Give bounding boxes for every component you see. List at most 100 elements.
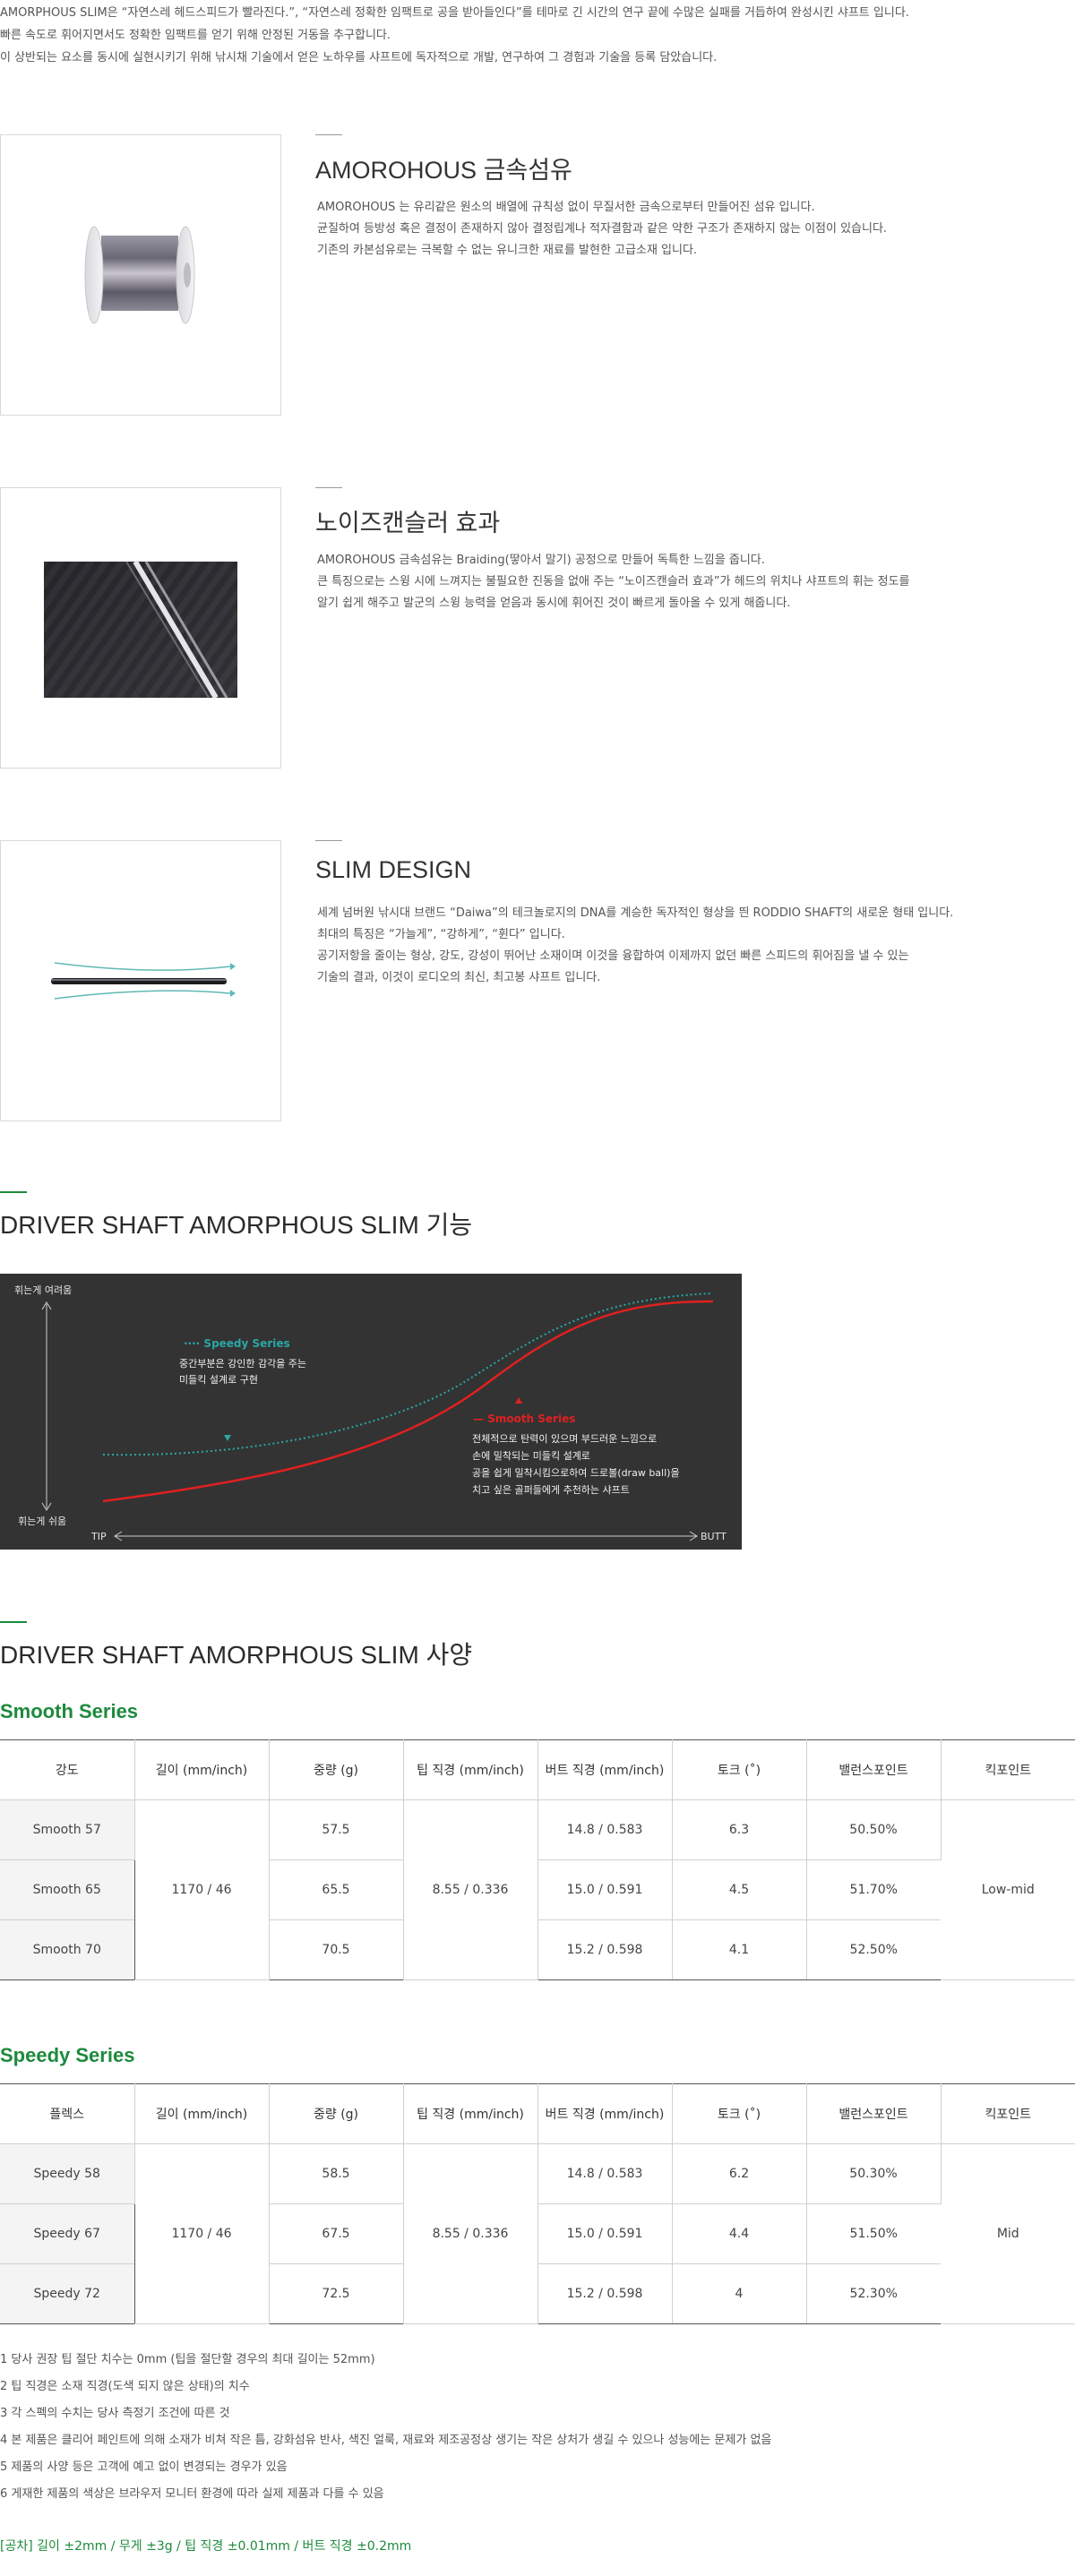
feature-line: AMOROHOUS 금속섬유는 Braiding(땋아서 말기) 공정으로 만들…	[317, 554, 765, 567]
table-row: Smooth 57 1170 / 46 57.5 8.55 / 0.336 14…	[0, 1799, 1075, 1980]
table-row: Speedy 58 1170 / 46 58.5 8.55 / 0.336 14…	[0, 2143, 1075, 2324]
heading-accent-bar	[0, 1621, 27, 1623]
balance-cell: 50.30%	[806, 2143, 942, 2204]
intro-line: AMORPHOUS SLIM은 “자연스레 헤드스피드가 빨라진다.”, “자연…	[0, 6, 909, 20]
intro-text: AMORPHOUS SLIM은 “자연스레 헤드스피드가 빨라진다.”, “자연…	[0, 2, 1075, 69]
spec-heading: DRIVER SHAFT AMORPHOUS SLIM 사양	[0, 1641, 473, 1669]
col-header: 팁 직경 (mm/inch)	[403, 2083, 538, 2144]
feature-line: 최대의 특징은 “가늘게”, “강하게”, “휜다” 입니다.	[317, 928, 565, 941]
butt-diameter-cell: 15.2 / 0.598	[538, 1919, 673, 1980]
tip-diameter-cell: 8.55 / 0.336	[403, 1799, 538, 1980]
col-header: 버트 직경 (mm/inch)	[538, 1739, 673, 1800]
note-line: 2 팁 직경은 소재 직경(도색 되지 않은 상태)의 치수	[0, 2380, 250, 2393]
model-cell: Smooth 70	[0, 1919, 135, 1980]
smooth-desc: 공을 쉽게 밀착시킴으로하여 드로볼(draw ball)을	[472, 1466, 680, 1479]
note-line: 5 제품의 사양 등은 고객에 예고 없이 변경되는 경우가 있음	[0, 2460, 288, 2474]
torque-cell: 4.1	[672, 1919, 807, 1980]
model-cell: Smooth 57	[0, 1799, 135, 1860]
col-header: 토크 (˚)	[672, 2083, 807, 2144]
col-header: 킥포인트	[941, 1739, 1075, 1800]
heading-accent-bar	[0, 1191, 27, 1193]
feature-line: 균질하여 등방성 혹은 결정이 존재하지 않아 결정립계나 적자결함과 같은 약…	[317, 222, 888, 236]
feature-title: SLIM DESIGN	[315, 856, 472, 883]
torque-cell: 4.5	[672, 1859, 807, 1920]
speedy-series-title: Speedy Series	[0, 2044, 135, 2066]
note-line: 3 각 스펙의 수치는 당사 측정기 조건에 따른 것	[0, 2407, 230, 2420]
feature-body: AMOROHOUS 는 유리같은 원소의 배열에 규칙성 없이 무질서한 금속으…	[317, 197, 1061, 262]
col-header: 팁 직경 (mm/inch)	[403, 1739, 538, 1800]
table-header-row: 플렉스 길이 (mm/inch) 중량 (g) 팁 직경 (mm/inch) 버…	[0, 2083, 1075, 2144]
model-cell: Smooth 65	[0, 1859, 135, 1920]
note-line: 4 본 제품은 클리어 페인트에 의해 소재가 비쳐 작은 틈, 강화섬유 반사…	[0, 2434, 772, 2447]
torque-cell: 4.4	[672, 2203, 807, 2264]
weight-cell: 58.5	[268, 2143, 404, 2204]
feature-noise-canceller: 노이즈캔슬러 효과 AMOROHOUS 금속섬유는 Braiding(땋아서 말…	[0, 487, 1075, 770]
y-label-top: 휘는게 여려움	[14, 1284, 72, 1296]
model-cell: Speedy 58	[0, 2143, 135, 2204]
braided-shaft-image	[0, 487, 281, 769]
speedy-legend: ···· Speedy Series	[184, 1337, 290, 1350]
feature-body: AMOROHOUS 금속섬유는 Braiding(땋아서 말기) 공정으로 만들…	[317, 550, 1061, 614]
speedy-desc: 중간부분은 강인한 감각을 주는	[179, 1358, 306, 1370]
note-line: 1 당사 권장 팁 절단 치수는 0mm (팁을 절단할 경우의 최대 길이는 …	[0, 2353, 375, 2366]
feature-line: 기술의 결과, 이것이 로디오의 최신, 최고봉 샤프트 입니다.	[317, 971, 601, 984]
weight-cell: 65.5	[268, 1859, 404, 1920]
balance-cell: 52.50%	[806, 1919, 941, 1980]
col-header: 길이 (mm/inch)	[134, 1739, 270, 1800]
col-header: 중량 (g)	[269, 2083, 404, 2144]
title-dash	[315, 840, 342, 841]
speedy-marker	[224, 1435, 231, 1441]
feature-title: 노이즈캔슬러 효과	[315, 510, 501, 537]
title-dash	[315, 134, 342, 135]
intro-line: 이 상반되는 요소를 동시에 실현시키기 위해 낚시채 기술에서 얻은 노하우를…	[0, 51, 718, 64]
feature-line: 세계 넘버원 낚시대 브랜드 “Daiwa”의 테크놀로지의 DNA를 계승한 …	[317, 906, 954, 920]
x-label-right: BUTT	[701, 1531, 727, 1542]
feature-slim-design: SLIM DESIGN 세계 넘버원 낚시대 브랜드 “Daiwa”의 테크놀로…	[0, 840, 1075, 1123]
feature-line: 공기저항을 줄이는 형상, 강도, 강성이 뛰어난 소재이며 이것을 융합하여 …	[317, 949, 909, 963]
intro-line: 빠른 속도로 휘어지면서도 정확한 임팩트를 얻기 위해 안정된 거동을 추구합…	[0, 29, 391, 42]
feature-body: 세계 넘버원 낚시대 브랜드 “Daiwa”의 테크놀로지의 DNA를 계승한 …	[317, 903, 1061, 989]
feature-metal-fiber: AMOROHOUS 금속섬유 AMOROHOUS 는 유리같은 원소의 배열에 …	[0, 134, 1075, 417]
speedy-spec-table: 플렉스 길이 (mm/inch) 중량 (g) 팁 직경 (mm/inch) 버…	[0, 2083, 1075, 2324]
torque-cell: 4	[672, 2263, 807, 2324]
title-dash	[315, 487, 342, 488]
kickpoint-cell: Low-mid	[941, 1799, 1075, 1980]
balance-cell: 52.30%	[806, 2263, 941, 2324]
flex-profile-chart: 휘는게 여려움 휘는게 쉬움 TIP BUTT ···· Speedy Seri…	[0, 1274, 742, 1550]
table-header-row: 강도 길이 (mm/inch) 중량 (g) 팁 직경 (mm/inch) 버트…	[0, 1739, 1075, 1800]
note-line: 6 게재한 제품의 색상은 브라우저 모니터 환경에 따라 실제 제품과 다를 …	[0, 2487, 384, 2501]
col-header: 중량 (g)	[269, 1739, 404, 1800]
butt-diameter-cell: 14.8 / 0.583	[538, 2143, 673, 2204]
length-cell: 1170 / 46	[133, 2143, 270, 2324]
tolerance-note: [공차] 길이 ±2mm / 무게 ±3g / 팁 직경 ±0.01mm / 버…	[0, 2539, 412, 2554]
spool-image	[0, 134, 281, 416]
tip-diameter-cell: 8.55 / 0.336	[403, 2143, 538, 2324]
kickpoint-cell: Mid	[941, 2143, 1075, 2324]
model-cell: Speedy 72	[0, 2263, 135, 2324]
smooth-desc: 손에 밀착되는 미들킥 설계로	[472, 1450, 590, 1462]
slim-shaft-image	[0, 840, 281, 1121]
col-header: 강도	[0, 1739, 135, 1800]
function-heading: DRIVER SHAFT AMORPHOUS SLIM 기능	[0, 1211, 473, 1239]
balance-cell: 50.50%	[806, 1799, 942, 1860]
weight-cell: 57.5	[268, 1799, 404, 1860]
smooth-legend: — Smooth Series	[473, 1413, 575, 1425]
feature-line: 큰 특징으로는 스윙 시에 느껴지는 불필요한 진동을 없애 주는 “노이즈캔슬…	[317, 575, 910, 588]
feature-line: 알기 쉽게 해주고 발군의 스윙 능력을 얻음과 동시에 휘어진 것이 빠르게 …	[317, 597, 791, 610]
weight-cell: 70.5	[268, 1919, 404, 1980]
col-header: 플렉스	[0, 2083, 135, 2144]
feature-title: AMOROHOUS 금속섬유	[315, 157, 572, 184]
y-label-bottom: 휘는게 쉬움	[18, 1516, 66, 1527]
smooth-desc: 전체적으로 탄력이 있으며 부드러운 느낌으로	[472, 1433, 657, 1445]
butt-diameter-cell: 15.0 / 0.591	[538, 2203, 673, 2264]
col-header: 길이 (mm/inch)	[134, 2083, 270, 2144]
speedy-desc: 미들킥 설계로 구현	[179, 1374, 258, 1386]
col-header: 밸런스포인트	[806, 2083, 942, 2144]
feature-line: AMOROHOUS 는 유리같은 원소의 배열에 규칙성 없이 무질서한 금속으…	[317, 201, 815, 214]
balance-cell: 51.50%	[806, 2203, 941, 2264]
col-header: 버트 직경 (mm/inch)	[538, 2083, 673, 2144]
weight-cell: 72.5	[268, 2263, 404, 2324]
col-header: 밸런스포인트	[806, 1739, 942, 1800]
butt-diameter-cell: 15.2 / 0.598	[538, 2263, 673, 2324]
smooth-series-title: Smooth Series	[0, 1700, 139, 1722]
